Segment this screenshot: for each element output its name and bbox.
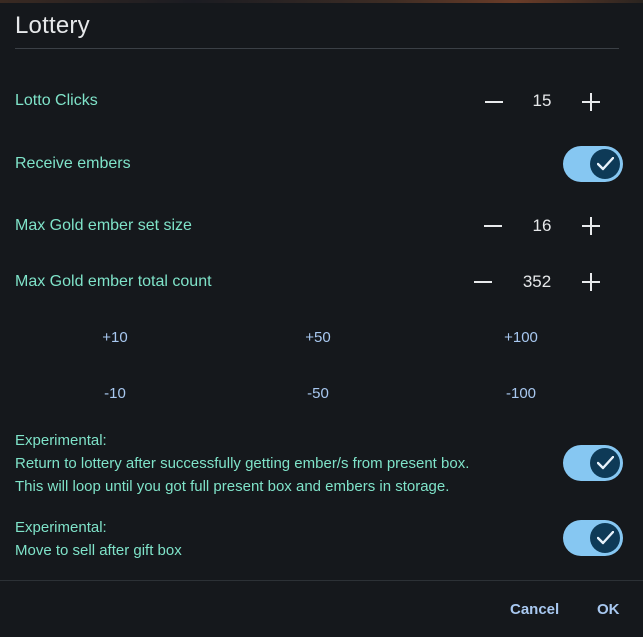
check-icon: [597, 456, 614, 470]
lotto-clicks-label: Lotto Clicks: [15, 92, 98, 109]
total-count-minus-icon[interactable]: [474, 281, 492, 283]
total-count-plus-icon[interactable]: [582, 273, 600, 291]
experimental-sell-toggle[interactable]: [563, 520, 623, 556]
actions-divider: [0, 580, 643, 581]
decrement-50-button[interactable]: -50: [258, 385, 378, 402]
experimental-return-text: Experimental: Return to lottery after su…: [15, 429, 469, 498]
check-icon: [597, 531, 614, 545]
experimental-sell-description: Move to sell after gift box: [15, 542, 182, 559]
check-icon: [597, 157, 614, 171]
decrement-10-button[interactable]: -10: [55, 385, 175, 402]
ok-button[interactable]: OK: [597, 601, 620, 618]
lotto-clicks-value: 15: [532, 91, 552, 110]
total-count-value: 352: [522, 272, 552, 291]
max-gold-total-count-label: Max Gold ember total count: [15, 273, 212, 290]
dialog-title: Lottery: [15, 12, 90, 39]
increment-100-button[interactable]: +100: [461, 329, 581, 346]
increment-50-button[interactable]: +50: [258, 329, 378, 346]
lotto-clicks-plus-icon[interactable]: [582, 93, 600, 111]
toggle-knob: [590, 448, 620, 478]
increment-10-button[interactable]: +10: [55, 329, 175, 346]
experimental-return-heading: Experimental:: [15, 432, 107, 449]
set-size-value: 16: [532, 216, 552, 235]
lottery-dialog: Lottery Lotto Clicks 15 Receive embers M…: [0, 3, 643, 637]
receive-embers-label: Receive embers: [15, 155, 131, 172]
toggle-knob: [590, 523, 620, 553]
lotto-clicks-minus-icon[interactable]: [485, 101, 503, 103]
experimental-sell-heading: Experimental:: [15, 519, 107, 536]
experimental-return-note: This will loop until you got full presen…: [15, 478, 450, 495]
set-size-plus-icon[interactable]: [582, 217, 600, 235]
toggle-knob: [590, 149, 620, 179]
receive-embers-toggle[interactable]: [563, 146, 623, 182]
experimental-return-description: Return to lottery after successfully get…: [15, 455, 470, 472]
title-divider: [15, 48, 619, 49]
decrement-100-button[interactable]: -100: [461, 385, 581, 402]
set-size-minus-icon[interactable]: [484, 225, 502, 227]
max-gold-set-size-label: Max Gold ember set size: [15, 217, 192, 234]
experimental-sell-text: Experimental: Move to sell after gift bo…: [15, 516, 182, 562]
cancel-button[interactable]: Cancel: [510, 601, 559, 618]
experimental-return-toggle[interactable]: [563, 445, 623, 481]
